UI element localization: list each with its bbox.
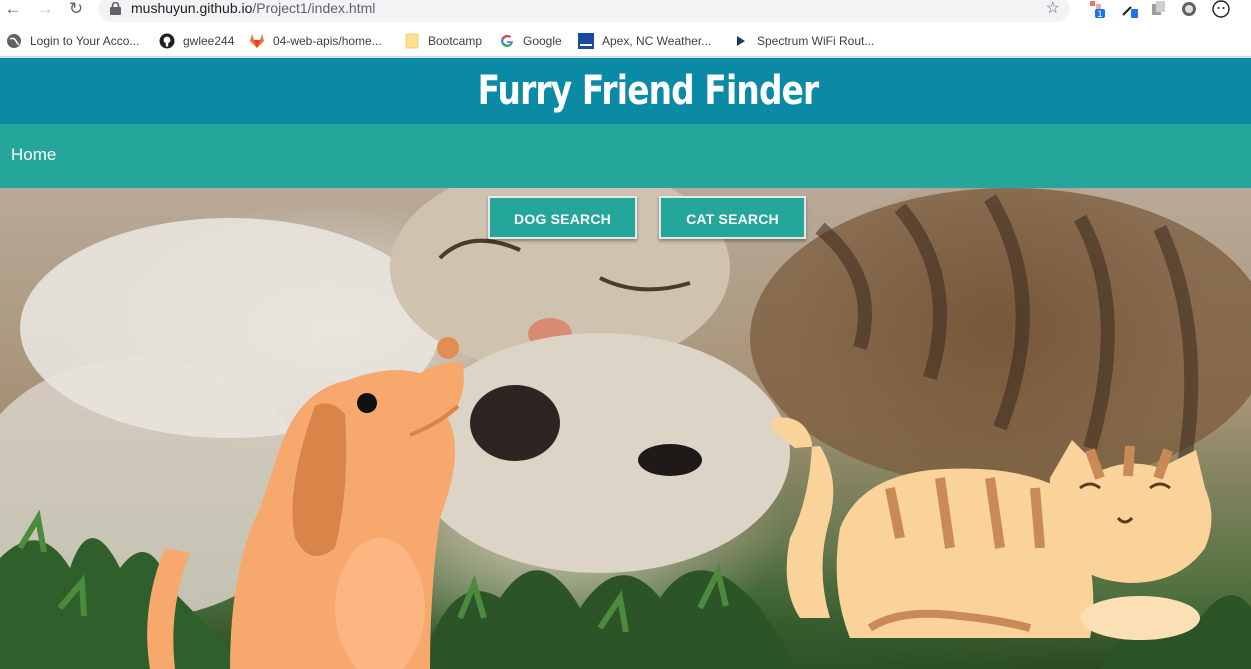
extension-icon[interactable]: 1 [1088, 0, 1106, 18]
bookmark-google[interactable]: Google [499, 32, 562, 50]
dog-search-button[interactable]: DOG SEARCH [488, 196, 637, 239]
play-icon [737, 36, 745, 46]
cat-search-button[interactable]: CAT SEARCH [659, 196, 806, 239]
photo-dog-eye [638, 444, 702, 476]
bookmark-star-icon[interactable]: ☆ [1046, 0, 1060, 18]
address-bar[interactable]: mushuyun.github.io/Project1/index.html ☆ [98, 0, 1070, 22]
back-arrow-icon[interactable]: ← [2, 0, 24, 20]
site-title: Furry Friend Finder [477, 68, 820, 114]
nav-home-link[interactable]: Home [11, 145, 56, 165]
folder-icon [405, 33, 419, 49]
bookmark-spectrum[interactable]: Spectrum WiFi Rout... [733, 32, 874, 50]
lock-icon [110, 2, 121, 15]
reload-icon[interactable]: ↻ [65, 0, 87, 20]
url-text: mushuyun.github.io/Project1/index.html [131, 0, 376, 16]
globe-icon [7, 34, 21, 48]
cartoon-dog-eye [357, 393, 377, 413]
photo-dog-face [410, 333, 790, 573]
gitlab-icon [250, 34, 264, 48]
hero-photo [0, 188, 1251, 669]
browser-toolbar: ← → ↻ mushuyun.github.io/Project1/index.… [0, 0, 1251, 22]
weather-channel-icon [578, 33, 594, 49]
bookmark-bootcamp[interactable]: Bootcamp [404, 32, 482, 50]
bookmark-login[interactable]: Login to Your Acco... [6, 32, 139, 50]
site-navbar: Home [0, 124, 1251, 188]
bookmark-weather[interactable]: Apex, NC Weather... [578, 32, 711, 50]
github-icon [159, 33, 175, 49]
eyedropper-extension-icon[interactable] [1120, 0, 1138, 18]
bookmark-gitlab[interactable]: 04-web-apis/home... [249, 32, 382, 50]
hero-banner: DOG SEARCH CAT SEARCH [0, 188, 1251, 669]
bookmarks-bar: Login to Your Acco... gwlee244 04-web-ap… [0, 28, 1251, 54]
profile-icon[interactable] [1212, 0, 1230, 18]
forward-arrow-icon[interactable]: → [34, 0, 56, 20]
bookmark-github[interactable]: gwlee244 [159, 32, 234, 50]
cartoon-cat-paw [1080, 596, 1200, 640]
google-icon [501, 34, 513, 47]
site-header: Furry Friend Finder [0, 58, 1251, 124]
cartoon-dog-nose [437, 337, 459, 359]
copy-extension-icon[interactable] [1150, 0, 1168, 18]
extension-badge: 1 [1097, 9, 1102, 18]
photo-dog-nose [470, 385, 560, 461]
circle-extension-icon[interactable] [1180, 0, 1198, 18]
